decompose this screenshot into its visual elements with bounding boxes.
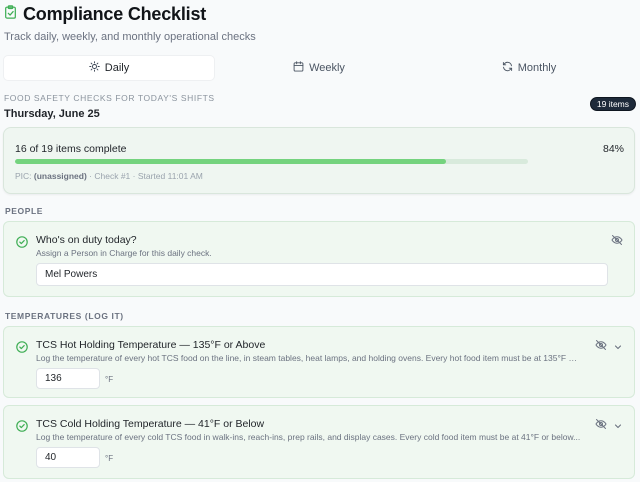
item-description: Log the temperature of every hot TCS foo… — [36, 353, 581, 363]
eye-off-icon[interactable] — [611, 233, 623, 245]
tab-weekly-label: Weekly — [309, 62, 345, 74]
tab-monthly-label: Monthly — [517, 62, 557, 74]
item-description: Assign a Person in Charge for this daily… — [36, 248, 212, 258]
page-title: Compliance Checklist — [23, 4, 207, 24]
page-subtitle: Track daily, weekly, and monthly operati… — [4, 31, 256, 43]
progress-bar — [15, 159, 528, 164]
pic-value: (unassigned) — [33, 171, 87, 181]
unit-label: °F — [105, 454, 114, 463]
clipboard-check-icon — [4, 5, 17, 24]
check-circle-icon[interactable] — [16, 340, 28, 353]
tab-monthly[interactable]: Monthly — [424, 56, 634, 80]
person-in-charge-input[interactable] — [36, 263, 608, 286]
progress-bar-fill — [15, 159, 446, 164]
calendar-icon — [293, 61, 304, 75]
period-tabs: Daily Weekly Monthly — [4, 56, 634, 80]
group-label-temperatures: TEMPERATURES (LOG IT) — [5, 311, 124, 321]
page-header: Compliance Checklist Track daily, weekly… — [4, 4, 256, 43]
section-kicker: FOOD SAFETY CHECKS FOR TODAY'S SHIFTS — [4, 93, 215, 103]
progress-card: 16 of 19 items complete 84% PIC: (unassi… — [3, 127, 635, 194]
eye-off-icon[interactable] — [595, 417, 607, 429]
eye-off-icon[interactable] — [595, 338, 607, 350]
tab-daily[interactable]: Daily — [4, 56, 214, 80]
section-date: Thursday, June 25 — [4, 108, 100, 120]
item-count-badge: 19 items — [589, 97, 636, 111]
checklist-item-duty: Who's on duty today? Assign a Person in … — [3, 221, 635, 297]
item-title: TCS Cold Holding Temperature — 41°F or B… — [36, 418, 265, 430]
chevron-down-icon[interactable] — [613, 339, 623, 350]
tab-weekly[interactable]: Weekly — [214, 56, 424, 80]
pic-label: PIC: — [15, 171, 32, 181]
unit-label: °F — [105, 375, 114, 384]
checklist-item-hot-holding: TCS Hot Holding Temperature — 135°F or A… — [3, 326, 635, 398]
item-title: TCS Hot Holding Temperature — 135°F or A… — [36, 339, 266, 351]
progress-summary: 16 of 19 items complete — [15, 143, 127, 155]
cold-holding-temperature-input[interactable] — [36, 447, 100, 468]
item-title: Who's on duty today? — [36, 234, 137, 246]
check-circle-icon[interactable] — [16, 235, 28, 248]
check-info: · Check #1 · Started 11:01 AM — [86, 171, 203, 181]
sun-icon — [89, 61, 100, 75]
checklist-item-cold-holding: TCS Cold Holding Temperature — 41°F or B… — [3, 405, 635, 479]
hot-holding-temperature-input[interactable] — [36, 368, 100, 389]
progress-percent: 84% — [602, 143, 624, 155]
progress-meta: PIC: (unassigned) · Check #1 · Started 1… — [15, 171, 203, 181]
group-label-people: PEOPLE — [5, 206, 44, 216]
tab-daily-label: Daily — [104, 62, 130, 74]
check-circle-icon[interactable] — [16, 419, 28, 432]
item-description: Log the temperature of every cold TCS fo… — [36, 432, 581, 442]
refresh-icon — [502, 61, 513, 75]
section-header: FOOD SAFETY CHECKS FOR TODAY'S SHIFTS Th… — [4, 93, 215, 120]
chevron-down-icon[interactable] — [613, 418, 623, 429]
